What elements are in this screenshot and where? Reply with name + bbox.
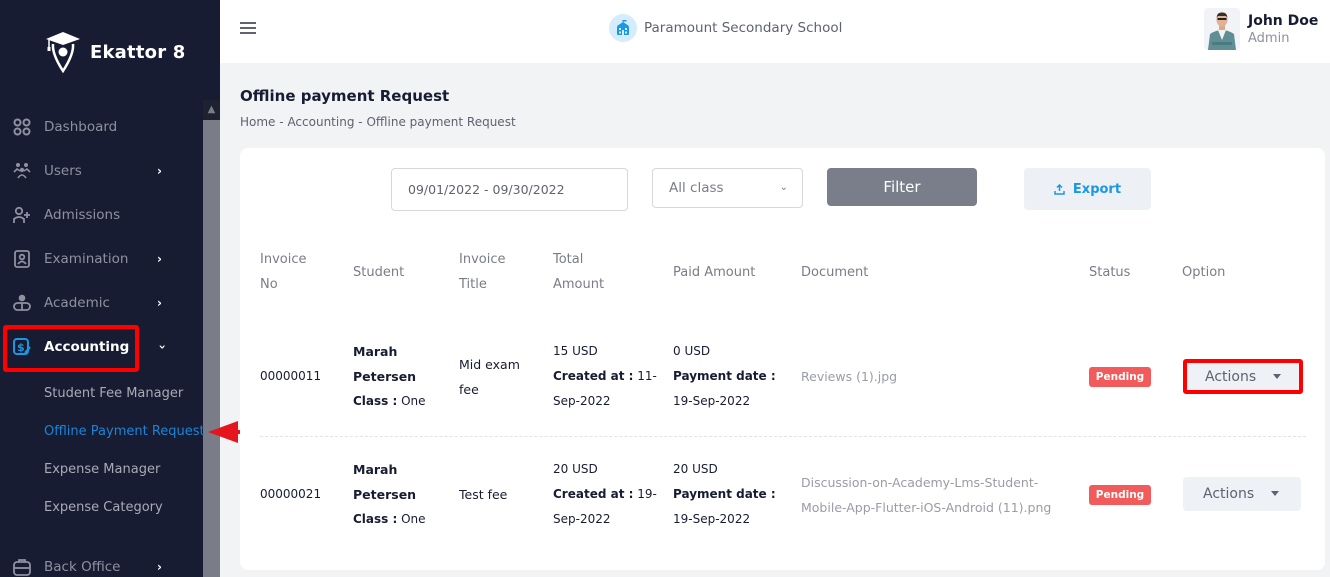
submenu-item-expense-category[interactable]: Expense Category — [44, 500, 163, 515]
scroll-up-icon[interactable]: ▲ — [203, 100, 220, 120]
school-selector[interactable]: Paramount Secondary School — [609, 14, 842, 42]
class-select[interactable]: All class ⌄ — [652, 168, 803, 208]
th-invoice-title[interactable]: Invoice Title — [459, 247, 505, 297]
filter-button[interactable]: Filter — [827, 168, 977, 206]
actions-label: Actions — [1203, 486, 1255, 502]
submenu-item-student-fee-manager[interactable]: Student Fee Manager — [44, 386, 183, 401]
th-paid-amount[interactable]: Paid Amount — [673, 260, 755, 285]
sidebar-item-label: Examination — [44, 251, 129, 267]
examination-icon — [12, 249, 32, 269]
document-link[interactable]: Discussion-on-Academy-Lms-Student- Mobil… — [801, 470, 1051, 520]
caret-down-icon — [1271, 491, 1279, 496]
invoice-title: Mid exam fee — [459, 357, 520, 397]
chevron-right-icon: › — [157, 560, 162, 574]
sidebar-item-users[interactable]: Users › — [12, 155, 202, 187]
avatar — [1204, 8, 1240, 50]
school-name: Paramount Secondary School — [644, 20, 843, 36]
users-icon — [12, 161, 32, 181]
student-cell: Marah Petersen Class : One — [353, 344, 426, 408]
chevron-right-icon: › — [157, 296, 162, 310]
upload-icon — [1054, 183, 1065, 195]
student-cell: Marah Petersen Class : One — [353, 462, 426, 526]
user-menu[interactable]: John Doe Admin — [1204, 8, 1318, 50]
submenu-item-expense-manager[interactable]: Expense Manager — [44, 462, 160, 477]
app-logo[interactable]: Ekattor 8 — [44, 30, 185, 74]
submenu-item-offline-payment-request[interactable]: Offline Payment Request — [44, 424, 205, 439]
academic-icon — [12, 293, 32, 313]
paid-amount-cell: 20 USD Payment date : 19-Sep-2022 — [673, 462, 776, 526]
payment-requests-card: 09/01/2022 - 09/30/2022 All class ⌄ Filt… — [240, 148, 1325, 570]
user-name: John Doe — [1248, 12, 1319, 29]
page-title: Offline payment Request — [240, 87, 450, 105]
breadcrumb-separator: - — [279, 115, 284, 129]
document-link[interactable]: Reviews (1).jpg — [801, 364, 897, 389]
sidebar-scrollbar[interactable] — [203, 100, 220, 577]
chevron-down-icon: ⌄ — [779, 182, 788, 193]
app-name: Ekattor 8 — [90, 41, 186, 63]
topbar: Paramount Secondary School John Doe Admi… — [220, 0, 1330, 63]
paid-amount-cell: 0 USD Payment date : 19-Sep-2022 — [673, 344, 776, 408]
status-badge: Pending — [1089, 367, 1151, 387]
highlight-annotation-actions — [1183, 359, 1303, 394]
sidebar-item-dashboard[interactable]: Dashboard — [12, 111, 202, 143]
highlight-annotation-accounting — [3, 325, 139, 372]
sidebar-item-label: Admissions — [44, 207, 121, 223]
th-option: Option — [1182, 265, 1226, 280]
export-label: Export — [1072, 181, 1122, 197]
total-amount-cell: 15 USD Created at : 11- Sep-2022 — [553, 344, 657, 408]
sidebar-item-label: Dashboard — [44, 119, 118, 135]
total-amount-cell: 20 USD Created at : 19- Sep-2022 — [553, 462, 657, 526]
status-badge: Pending — [1089, 485, 1151, 505]
chevron-down-icon: › — [155, 344, 170, 350]
briefcase-icon — [12, 557, 32, 577]
breadcrumb-accounting[interactable]: Accounting — [287, 115, 354, 129]
sidebar-item-academic[interactable]: Academic › — [12, 287, 202, 319]
invoice-no: 00000021 — [260, 487, 322, 501]
menu-toggle-icon[interactable] — [240, 22, 256, 36]
export-button[interactable]: Export — [1024, 168, 1151, 210]
sidebar-item-examination[interactable]: Examination › — [12, 243, 202, 275]
invoice-no: 00000011 — [260, 369, 322, 383]
user-role: Admin — [1248, 30, 1290, 46]
graduation-pin-icon — [46, 32, 80, 74]
th-student[interactable]: Student — [353, 260, 404, 285]
date-range-input[interactable]: 09/01/2022 - 09/30/2022 — [391, 168, 628, 211]
dashboard-icon — [12, 117, 32, 137]
sidebar-item-label: Academic — [44, 295, 110, 311]
breadcrumb-home[interactable]: Home — [240, 115, 275, 129]
th-invoice-no[interactable]: Invoice No — [260, 247, 306, 297]
class-select-value: All class — [669, 180, 724, 196]
actions-dropdown-button[interactable]: Actions — [1183, 477, 1301, 511]
invoice-title: Test fee — [459, 487, 508, 502]
row-divider — [260, 436, 1306, 437]
th-total-amount[interactable]: Total Amount — [553, 247, 604, 297]
sidebar: Ekattor 8 ▲ Dashboard Users › Admissions… — [0, 0, 220, 577]
breadcrumb-separator: - — [358, 115, 363, 129]
school-icon — [609, 14, 637, 42]
add-user-icon — [12, 205, 32, 225]
chevron-right-icon: › — [157, 252, 162, 266]
th-document[interactable]: Document — [801, 260, 868, 285]
breadcrumb-current: Offline payment Request — [366, 115, 516, 129]
chevron-right-icon: › — [157, 164, 162, 178]
breadcrumb: Home - Accounting - Offline payment Requ… — [240, 115, 516, 129]
sidebar-item-label: Users — [44, 163, 82, 179]
th-status[interactable]: Status — [1089, 260, 1130, 285]
sidebar-item-label: Back Office — [44, 559, 121, 575]
sidebar-item-back-office[interactable]: Back Office › — [12, 551, 202, 577]
sidebar-item-admissions[interactable]: Admissions — [12, 199, 202, 231]
